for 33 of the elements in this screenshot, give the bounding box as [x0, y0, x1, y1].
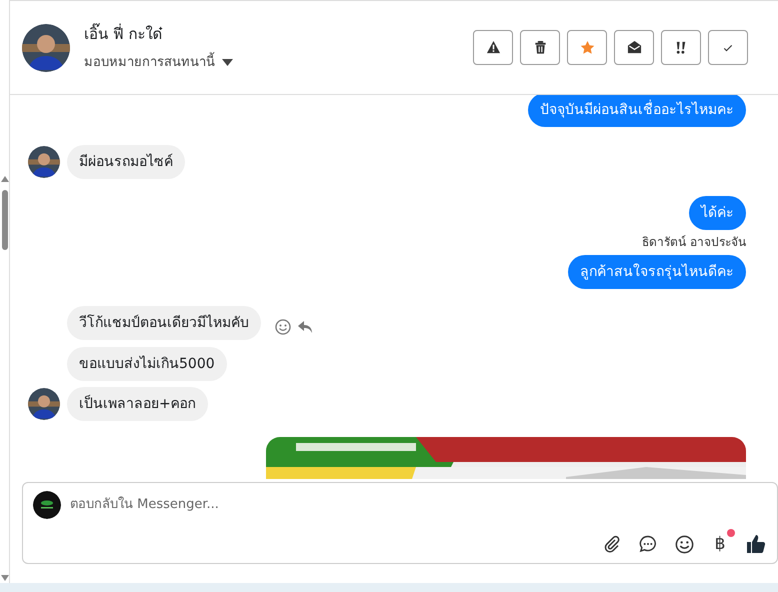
star-icon: [580, 40, 594, 55]
emoji-button[interactable]: [673, 533, 695, 555]
message-bubble: วีโก้แชมป์ตอนเดียวมีไหมคับ: [67, 306, 261, 340]
spam-button[interactable]: [473, 30, 513, 65]
message-bubble: ปัจจุบันมีผ่อนสินเชื่ออะไรไหมคะ: [528, 95, 746, 127]
page-logo-icon: [33, 491, 61, 519]
unread-button[interactable]: [614, 30, 654, 65]
scroll-down-icon[interactable]: [0, 575, 8, 581]
like-button[interactable]: [745, 533, 767, 555]
star-button[interactable]: [567, 30, 607, 65]
message-bubble: เป็นเพลาลอย+คอก: [67, 387, 208, 421]
scrollbar-thumb[interactable]: [2, 190, 8, 250]
message-bubble: ลูกค้าสนใจรถรุ่นไหนดีคะ: [568, 255, 746, 289]
message-bubble: ขอแบบส่งไม่เกิน5000: [67, 347, 227, 381]
payment-button[interactable]: ฿: [709, 533, 731, 555]
sender-name: ธิดารัตน์ อาจประจัน: [642, 234, 746, 251]
contact-name: เอิ๊น ฟี่ กะใด๋: [84, 23, 164, 45]
scroll-up-icon[interactable]: [0, 176, 8, 182]
chat-button[interactable]: [637, 533, 659, 555]
warning-icon: [486, 40, 500, 55]
trash-icon: [532, 40, 548, 55]
trash-button[interactable]: [520, 30, 560, 65]
envelope-icon: [626, 40, 642, 55]
message-bubble: มีผ่อนรถมอไซค์: [67, 145, 185, 179]
done-button[interactable]: [708, 30, 748, 65]
important-button[interactable]: [661, 30, 701, 65]
emoji-icon[interactable]: [275, 318, 291, 334]
assign-conversation-dropdown[interactable]: มอบหมายการสนทนานี้: [84, 52, 233, 72]
reply-field[interactable]: ตอบกลับใน Messenger...: [68, 494, 767, 516]
message-bubble: ได้ค่ะ: [689, 196, 746, 230]
contact-avatar: [22, 24, 70, 72]
caret-icon: [222, 58, 233, 66]
reply-icon[interactable]: [298, 320, 312, 332]
